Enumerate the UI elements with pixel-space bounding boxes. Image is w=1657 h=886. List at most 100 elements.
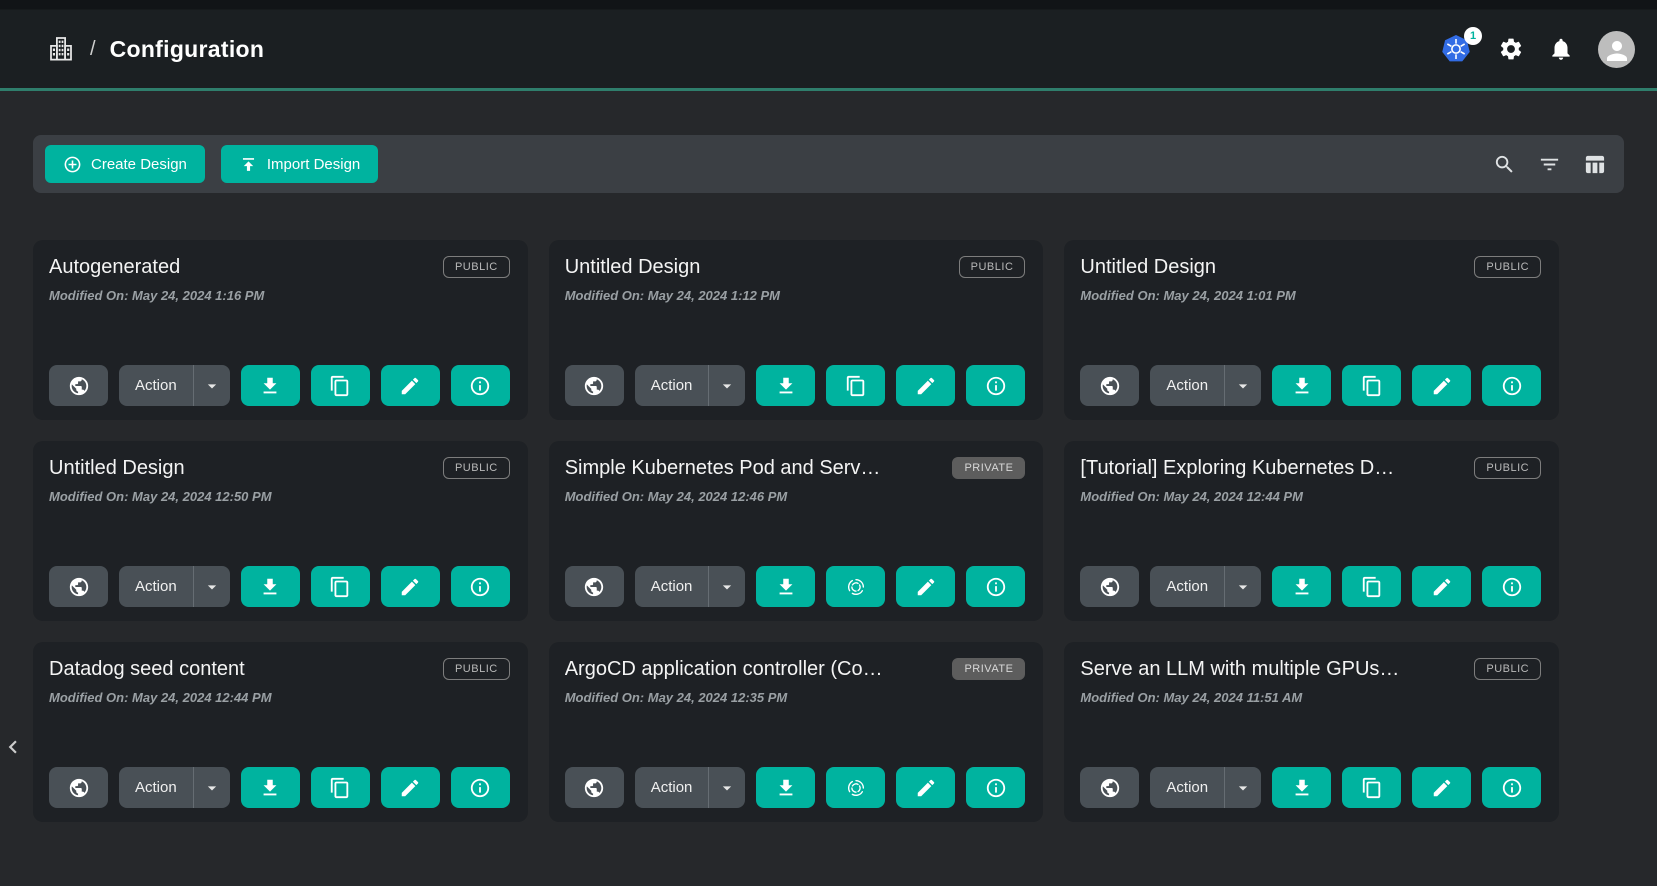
visibility-globe-button[interactable] (49, 767, 108, 808)
design-swirl-button[interactable] (826, 767, 885, 808)
download-button[interactable] (241, 566, 300, 607)
globe-icon (68, 777, 90, 799)
info-button[interactable] (451, 365, 510, 406)
action-dropdown-toggle[interactable] (1225, 566, 1261, 607)
create-design-button[interactable]: Create Design (45, 145, 205, 183)
action-dropdown-toggle[interactable] (194, 365, 230, 406)
import-design-button[interactable]: Import Design (221, 145, 378, 183)
building-icon[interactable] (46, 34, 76, 64)
action-button[interactable]: Action (635, 365, 709, 406)
card-actions: Action (565, 767, 1026, 808)
info-button[interactable] (966, 767, 1025, 808)
download-button[interactable] (1272, 566, 1331, 607)
copy-icon (845, 375, 867, 397)
design-swirl-button[interactable] (826, 566, 885, 607)
visibility-globe-button[interactable] (565, 566, 624, 607)
action-button[interactable]: Action (119, 365, 193, 406)
download-button[interactable] (1272, 365, 1331, 406)
download-button[interactable] (756, 566, 815, 607)
info-button[interactable] (1482, 767, 1541, 808)
edit-button[interactable] (1412, 767, 1471, 808)
table-view-icon[interactable] (1583, 153, 1606, 176)
info-button[interactable] (451, 566, 510, 607)
bell-icon[interactable] (1548, 36, 1574, 62)
edit-button[interactable] (381, 767, 440, 808)
action-dropdown-toggle[interactable] (1225, 365, 1261, 406)
visibility-globe-button[interactable] (1080, 767, 1139, 808)
design-title: ArgoCD application controller (Co… (565, 658, 883, 681)
action-dropdown-toggle[interactable] (194, 767, 230, 808)
clone-button[interactable] (311, 767, 370, 808)
action-dropdown-toggle[interactable] (709, 767, 745, 808)
avatar[interactable] (1598, 31, 1635, 68)
gear-icon[interactable] (1498, 36, 1524, 62)
app-header: / Configuration 1 (0, 0, 1657, 91)
action-button-group: Action (119, 365, 230, 406)
info-icon (469, 777, 491, 799)
info-button[interactable] (451, 767, 510, 808)
download-icon (1291, 375, 1313, 397)
modified-on: Modified On: May 24, 2024 12:46 PM (565, 489, 1026, 504)
action-button[interactable]: Action (635, 566, 709, 607)
visibility-globe-button[interactable] (1080, 365, 1139, 406)
visibility-badge: PUBLIC (959, 256, 1026, 278)
clone-button[interactable] (1342, 767, 1401, 808)
action-button[interactable]: Action (119, 566, 193, 607)
clone-button[interactable] (1342, 566, 1401, 607)
edit-button[interactable] (381, 566, 440, 607)
clone-button[interactable] (311, 365, 370, 406)
modified-on: Modified On: May 24, 2024 1:16 PM (49, 288, 510, 303)
action-dropdown-toggle[interactable] (709, 566, 745, 607)
info-icon (469, 375, 491, 397)
edit-button[interactable] (896, 767, 955, 808)
collapse-panel-button[interactable] (0, 734, 26, 764)
design-card: Untitled Design PUBLIC Modified On: May … (1064, 240, 1559, 420)
action-button[interactable]: Action (1150, 566, 1224, 607)
visibility-globe-button[interactable] (1080, 566, 1139, 607)
visibility-globe-button[interactable] (565, 365, 624, 406)
edit-button[interactable] (381, 365, 440, 406)
kubernetes-context-button[interactable]: 1 (1440, 33, 1474, 65)
action-button[interactable]: Action (635, 767, 709, 808)
design-title: [Tutorial] Exploring Kubernetes D… (1080, 457, 1394, 480)
clone-button[interactable] (826, 365, 885, 406)
caret-down-icon (202, 577, 222, 597)
action-dropdown-toggle[interactable] (709, 365, 745, 406)
edit-button[interactable] (896, 566, 955, 607)
download-button[interactable] (241, 365, 300, 406)
edit-button[interactable] (1412, 566, 1471, 607)
action-button[interactable]: Action (1150, 365, 1224, 406)
info-button[interactable] (1482, 365, 1541, 406)
search-icon[interactable] (1493, 153, 1516, 176)
copy-icon (1361, 576, 1383, 598)
action-dropdown-toggle[interactable] (194, 566, 230, 607)
info-button[interactable] (1482, 566, 1541, 607)
action-button[interactable]: Action (119, 767, 193, 808)
download-button[interactable] (756, 767, 815, 808)
design-title: Untitled Design (565, 256, 701, 279)
pencil-icon (915, 375, 937, 397)
visibility-globe-button[interactable] (49, 365, 108, 406)
edit-button[interactable] (896, 365, 955, 406)
clone-button[interactable] (311, 566, 370, 607)
download-button[interactable] (756, 365, 815, 406)
visibility-globe-button[interactable] (49, 566, 108, 607)
design-card: Simple Kubernetes Pod and Serv… PRIVATE … (549, 441, 1044, 621)
info-button[interactable] (966, 365, 1025, 406)
design-title: Autogenerated (49, 256, 180, 279)
action-button[interactable]: Action (1150, 767, 1224, 808)
pencil-icon (399, 576, 421, 598)
edit-button[interactable] (1412, 365, 1471, 406)
visibility-globe-button[interactable] (565, 767, 624, 808)
visibility-badge: PRIVATE (952, 457, 1025, 479)
clone-button[interactable] (1342, 365, 1401, 406)
filter-icon[interactable] (1538, 153, 1561, 176)
download-button[interactable] (241, 767, 300, 808)
create-design-label: Create Design (91, 156, 187, 173)
action-dropdown-toggle[interactable] (1225, 767, 1261, 808)
pencil-icon (1431, 777, 1453, 799)
download-icon (775, 375, 797, 397)
copy-icon (329, 576, 351, 598)
info-button[interactable] (966, 566, 1025, 607)
download-button[interactable] (1272, 767, 1331, 808)
